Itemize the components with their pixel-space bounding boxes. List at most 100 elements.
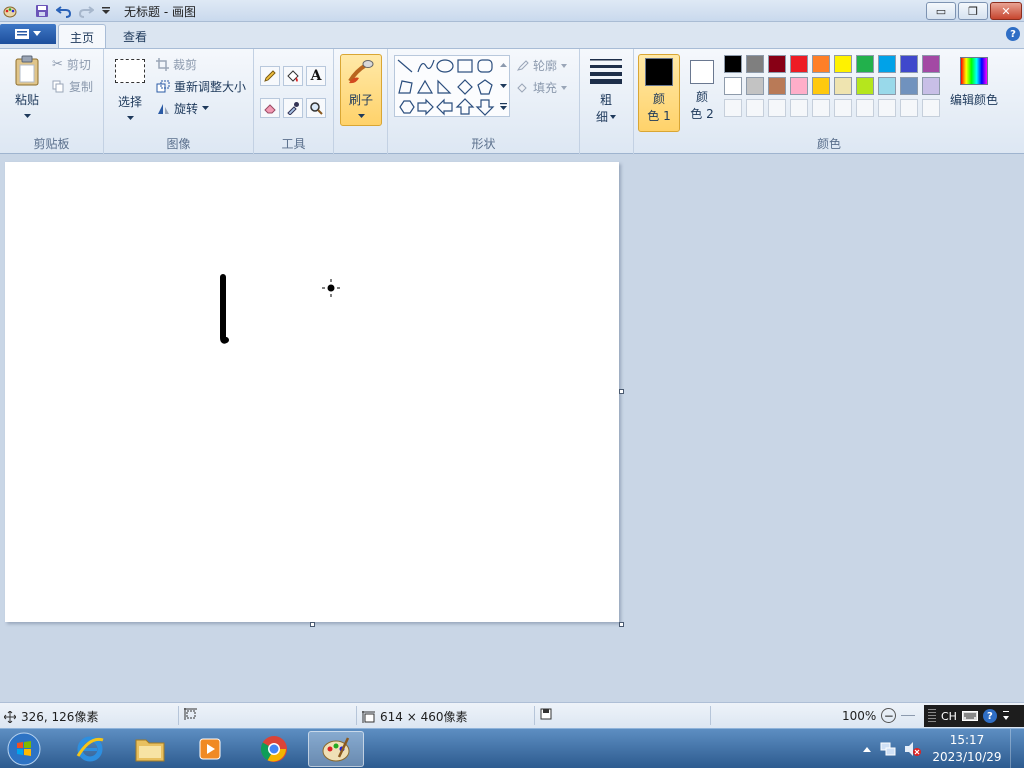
clipboard-icon [15,55,39,86]
text-tool[interactable]: A [306,66,326,86]
langbar-help-icon[interactable]: ? [982,709,997,723]
show-desktop-button[interactable] [1010,729,1024,768]
colors-group-label: 颜色 [816,137,841,151]
palette-swatch[interactable] [768,55,786,73]
file-menu-button[interactable] [0,24,56,44]
line-width-icon [590,59,622,84]
eyedropper-icon [287,102,299,115]
resize-handle-bottom[interactable] [310,622,315,627]
langbar-options-icon[interactable] [1002,710,1010,722]
taskbar-clock[interactable]: 15:17 2023/10/29 [930,732,1004,766]
clipboard-group-label: 剪贴板 [33,137,70,151]
palette-swatch[interactable] [834,77,852,95]
tab-view[interactable]: 查看 [112,24,158,48]
taskbar-chrome[interactable] [246,731,302,767]
selection-size [184,708,197,720]
custom-color-slot[interactable] [878,99,896,117]
crop-button[interactable]: 裁剪 [156,56,197,73]
taskbar-paint[interactable] [308,731,364,767]
resize-handle-corner[interactable] [619,622,624,627]
custom-color-slot[interactable] [746,99,764,117]
custom-color-slot[interactable] [856,99,874,117]
customize-toolbar-icon[interactable] [98,3,114,19]
zoom-out-icon[interactable]: − [881,708,897,723]
palette-swatch[interactable] [812,55,830,73]
taskbar-explorer[interactable] [122,731,178,767]
eraser-tool[interactable] [260,98,280,118]
palette-swatch[interactable] [922,77,940,95]
save-icon[interactable] [34,3,50,19]
palette-swatch[interactable] [790,55,808,73]
palette-swatch[interactable] [856,77,874,95]
taskbar-media-player[interactable] [182,731,238,767]
color1-button[interactable]: 颜 色 1 [644,58,674,124]
palette-swatch[interactable] [878,55,896,73]
brushes-button[interactable]: 刷子 [340,54,382,126]
copy-button[interactable]: 复制 [52,78,93,95]
close-button[interactable]: ✕ [990,2,1022,20]
palette-swatch[interactable] [724,55,742,73]
cut-button[interactable]: ✂ 剪切 [52,56,91,73]
fill-label: 填充 [533,81,558,95]
palette-swatch[interactable] [878,77,896,95]
palette-swatch[interactable] [900,55,918,73]
color2-label-line1: 颜 [695,90,708,104]
palette-swatch[interactable] [922,55,940,73]
palette-swatch[interactable] [812,77,830,95]
size-button[interactable]: 粗 细 [588,57,624,125]
shapes-scroll-up-icon[interactable] [498,57,508,71]
minimize-button[interactable]: ▭ [926,2,956,20]
palette-swatch[interactable] [900,77,918,95]
window-title: 无标题 - 画图 [124,5,196,19]
help-icon[interactable]: ? [1006,27,1020,41]
fill-button[interactable]: 填充 [516,79,568,96]
network-icon[interactable] [880,741,896,757]
custom-color-slot[interactable] [768,99,786,117]
zoom-slider[interactable] [901,715,916,716]
restore-button[interactable]: ❐ [958,2,988,20]
keyboard-icon[interactable] [961,710,978,722]
langbar-grip-icon[interactable] [928,709,936,723]
input-language[interactable]: CH [941,710,957,723]
pencil-tool[interactable] [260,66,280,86]
select-button[interactable]: 选择 [112,59,148,121]
edit-colors-button[interactable]: 编辑颜色 [942,57,1006,108]
palette-swatch[interactable] [724,77,742,95]
drawing-canvas[interactable] [5,162,619,622]
custom-color-slot[interactable] [790,99,808,117]
custom-color-slot[interactable] [900,99,918,117]
outline-button[interactable]: 轮廓 [516,57,568,74]
palette-swatch[interactable] [768,77,786,95]
palette-swatch[interactable] [790,77,808,95]
tab-home[interactable]: 主页 [58,24,107,48]
color1-label-line1: 颜 [652,92,665,106]
paste-button[interactable]: 粘贴 [8,55,46,119]
palette-swatch[interactable] [834,55,852,73]
palette-swatch[interactable] [746,55,764,73]
canvas-drawing [220,274,340,344]
palette-swatch[interactable] [746,77,764,95]
custom-color-slot[interactable] [922,99,940,117]
shapes-expand-icon[interactable] [498,99,508,113]
start-button[interactable] [4,731,44,767]
resize-handle-right[interactable] [619,389,624,394]
custom-color-slot[interactable] [724,99,742,117]
volume-muted-icon[interactable] [904,741,922,757]
fill-icon [517,83,527,93]
palette-swatch[interactable] [856,55,874,73]
resize-button[interactable]: 重新调整大小 [156,78,246,95]
redo-icon[interactable] [78,3,94,19]
custom-color-slot[interactable] [834,99,852,117]
magnifier-tool[interactable] [306,98,326,118]
paint-app-icon[interactable] [2,3,18,19]
custom-color-slot[interactable] [812,99,830,117]
taskbar-ie[interactable] [62,731,118,767]
fill-tool[interactable] [283,66,303,86]
rotate-button[interactable]: 旋转 [156,100,210,117]
show-hidden-icons-icon[interactable] [862,745,872,753]
select-label: 选择 [117,95,142,109]
shapes-scroll-down-icon[interactable] [498,79,508,93]
color2-button[interactable]: 颜 色 2 [687,60,717,122]
color-picker-tool[interactable] [283,98,303,118]
undo-icon[interactable] [56,3,72,19]
